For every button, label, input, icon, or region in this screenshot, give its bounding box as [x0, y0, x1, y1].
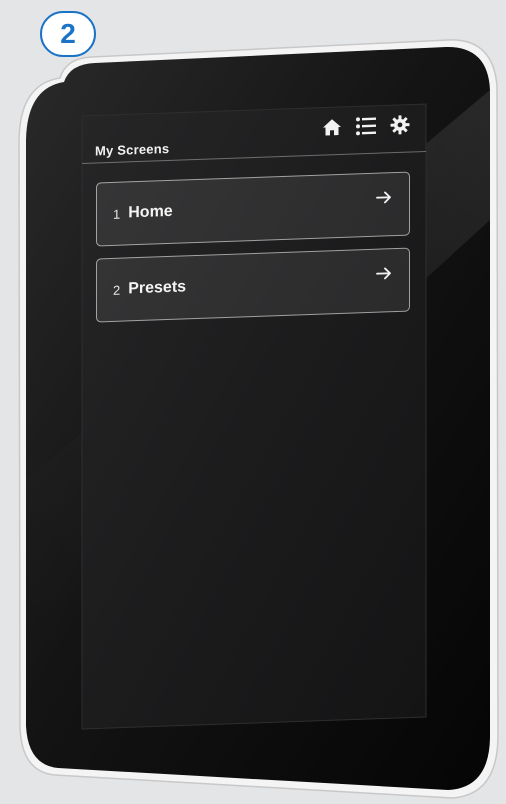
arrow-right-icon [375, 264, 393, 283]
screen-header: My Screens [82, 91, 426, 164]
header-icon-group [320, 112, 412, 139]
gear-icon[interactable] [388, 112, 412, 137]
item-label: Presets [128, 278, 187, 298]
list-icon[interactable] [354, 114, 378, 139]
screen-item-home[interactable]: 1 Home [96, 171, 410, 247]
arrow-right-icon [375, 188, 393, 207]
screen-item-presets[interactable]: 2 Presets [96, 247, 410, 323]
item-number: 2 [113, 282, 121, 298]
screen-title: My Screens [95, 140, 170, 159]
item-label: Home [128, 202, 173, 222]
home-icon[interactable] [320, 115, 344, 140]
item-number: 1 [113, 206, 121, 222]
screen-ui: My Screens 1 Home 2 Presets [82, 91, 426, 729]
